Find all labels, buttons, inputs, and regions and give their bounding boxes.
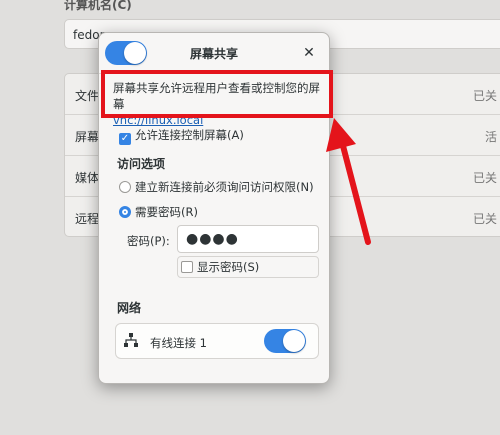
annotation-arrow-icon	[326, 118, 371, 245]
